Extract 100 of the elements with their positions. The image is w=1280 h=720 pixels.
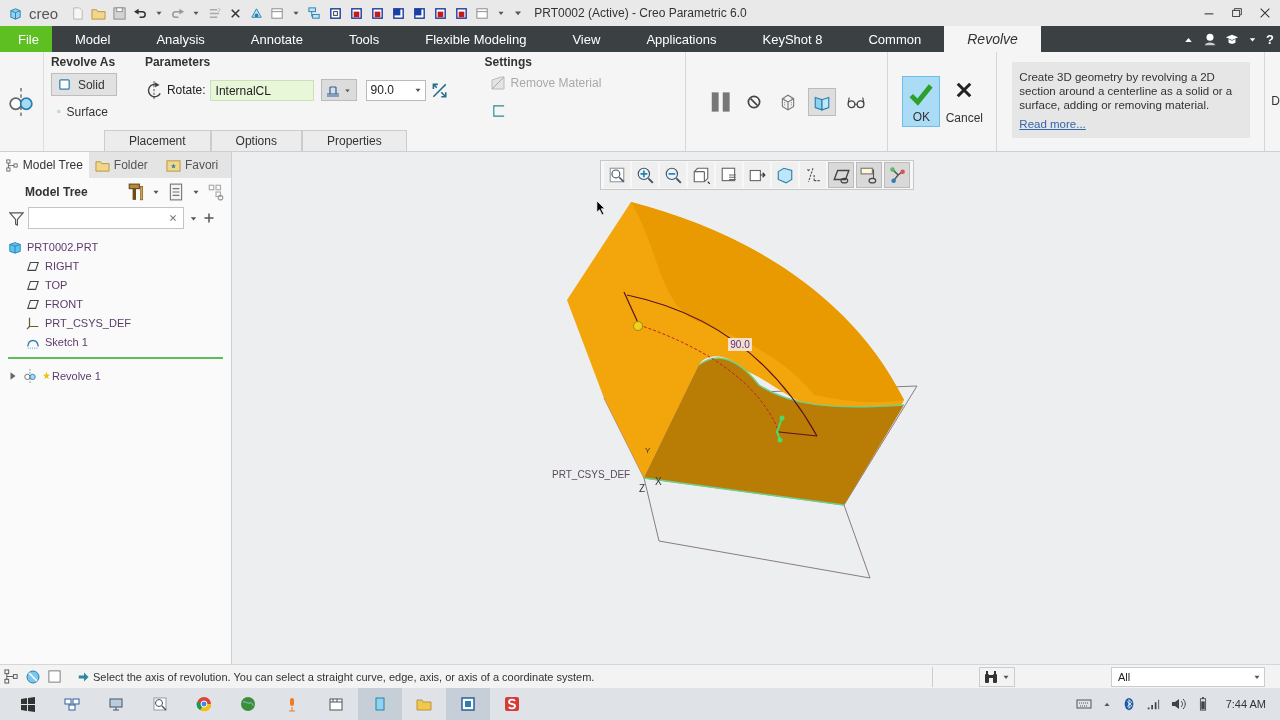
save-icon[interactable] (112, 5, 128, 21)
display-style-button[interactable] (772, 162, 798, 188)
window-icon[interactable] (270, 5, 286, 21)
saved-orientation-button[interactable] (688, 162, 714, 188)
zoom-in-button[interactable] (632, 162, 658, 188)
ribbon-tab[interactable]: Annotate (227, 26, 326, 52)
show-icon[interactable] (167, 183, 185, 201)
ribbon-tab[interactable]: Applications (623, 26, 740, 52)
layers-icon[interactable] (307, 5, 323, 21)
app-window-icon[interactable] (460, 696, 476, 712)
group-title: Revolve As (50, 55, 117, 69)
restore-icon[interactable] (1230, 6, 1244, 20)
view-cube-icon[interactable] (433, 5, 449, 21)
pause-icon[interactable] (709, 90, 732, 113)
ribbon-tab[interactable]: Flexible Modeling (402, 26, 550, 52)
panel-tab[interactable]: Favori (159, 152, 231, 178)
solid-option[interactable]: Solid (50, 73, 117, 96)
browser-icon[interactable] (25, 668, 41, 685)
close-icon[interactable] (1258, 6, 1272, 20)
annotation-display-button[interactable] (856, 162, 882, 188)
shaded-solid-icon (776, 166, 794, 184)
view-cube-icon[interactable] (328, 5, 344, 21)
view-manager-icon (720, 166, 738, 184)
tree-item[interactable]: Revolve 1 (52, 369, 101, 382)
learning-icon[interactable] (1225, 32, 1240, 46)
help-icon[interactable]: ? (1266, 31, 1274, 47)
drag-handle[interactable] (633, 321, 643, 331)
view-cube-icon[interactable] (412, 5, 428, 21)
search-icon[interactable] (152, 696, 168, 712)
read-more-link[interactable]: Read more... (1019, 117, 1086, 131)
view-cube-icon[interactable] (391, 5, 407, 21)
datum-display-button[interactable] (800, 162, 826, 188)
revolve-icon[interactable] (7, 87, 36, 116)
axis-options-button[interactable] (320, 79, 357, 101)
zoom-out-button[interactable] (660, 162, 686, 188)
window-icon[interactable] (475, 5, 491, 21)
revolve-icon (23, 368, 37, 383)
tree-item[interactable]: PRT0002.PRT (27, 240, 99, 253)
ok-button[interactable]: OK (902, 76, 941, 127)
monitor-icon[interactable] (108, 696, 124, 712)
ribbon-tab[interactable]: Revolve (944, 26, 1041, 52)
panel-tab[interactable]: Properties (301, 130, 407, 151)
panel-tab[interactable]: Placement (103, 130, 211, 151)
user-icon[interactable] (1203, 32, 1218, 46)
ribbon-tab[interactable]: Model (52, 26, 134, 52)
panel-tab[interactable]: Model Tree (0, 152, 89, 178)
find-button[interactable] (979, 666, 1015, 687)
ribbon-tab[interactable]: KeyShot 8 (739, 26, 846, 52)
globe-icon[interactable] (240, 696, 256, 712)
thicken-icon[interactable] (490, 103, 506, 118)
angle-field[interactable]: 90.0 (365, 79, 426, 101)
dimension-label[interactable]: 90.0 (728, 338, 752, 351)
help-text: Create 3D geometry by revolving a 2D section around a centerline as a solid or a surface, adding or removing material. (1019, 70, 1234, 112)
favorites-icon (165, 157, 181, 173)
group-title: Parameters (144, 55, 212, 69)
tree-filter-icon[interactable] (207, 183, 225, 201)
filter-icon[interactable] (9, 210, 24, 226)
saved-orientation-icon (692, 166, 710, 184)
settings-icon[interactable] (127, 183, 145, 201)
browser-icon[interactable] (196, 696, 212, 712)
tree-item[interactable]: FRONT (45, 297, 83, 310)
plane-display-button[interactable] (828, 162, 854, 188)
ribbon-tab[interactable]: Common (845, 26, 945, 52)
axis-field[interactable]: InternalCL (209, 79, 314, 101)
surface-option[interactable]: Surface (50, 100, 117, 123)
app-icon[interactable] (504, 696, 520, 712)
zoom-in-icon (636, 166, 654, 184)
tree-item[interactable]: RIGHT (45, 259, 80, 272)
ribbon-tab[interactable]: Tools (325, 26, 403, 52)
selection-filter-dropdown[interactable]: All (1111, 666, 1265, 687)
app-name: creo (29, 4, 59, 22)
verify-toggle[interactable] (808, 87, 837, 116)
part-icon (8, 239, 22, 254)
ribbon-tab[interactable]: Analysis (133, 26, 228, 52)
tree-display-icon[interactable] (4, 669, 19, 684)
view-cube-icon[interactable] (370, 5, 386, 21)
panel-tab[interactable]: Folder (88, 152, 160, 178)
datum-icon[interactable] (249, 5, 265, 21)
view-manager-button[interactable] (716, 162, 742, 188)
start-icon[interactable] (20, 696, 36, 712)
add-icon[interactable] (203, 212, 215, 224)
expand-arrow-icon[interactable] (8, 370, 18, 381)
view-cube-icon[interactable] (454, 5, 470, 21)
panel-tab[interactable]: Options (210, 130, 302, 151)
refit-button[interactable] (604, 162, 630, 188)
volume-icon[interactable] (1169, 696, 1186, 712)
coordinate-system-icon (888, 166, 906, 184)
tree-item[interactable]: PRT_CSYS_DEF (45, 316, 131, 329)
media-icon[interactable] (328, 696, 344, 712)
coordinate-system-button[interactable] (884, 162, 910, 188)
view-cube-icon[interactable] (349, 5, 365, 21)
tree-item[interactable]: Sketch 1 (45, 335, 88, 348)
reorient-button[interactable] (744, 162, 770, 188)
signal-icon[interactable] (1145, 697, 1160, 711)
task-view-icon[interactable] (64, 696, 80, 712)
square-icon (56, 77, 72, 92)
cancel-button[interactable]: Cancel (944, 76, 985, 127)
ribbon-tab[interactable]: View (549, 26, 624, 52)
search-field[interactable] (28, 207, 184, 229)
tree-item[interactable]: TOP (45, 278, 68, 291)
